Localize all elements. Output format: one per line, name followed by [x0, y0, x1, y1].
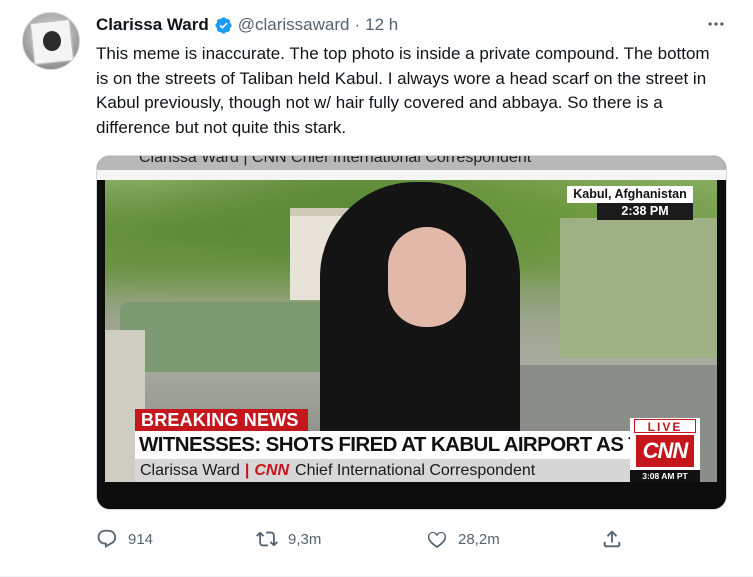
timestamp[interactable]: 12 h — [365, 15, 398, 35]
like-icon — [427, 531, 447, 549]
reply-button[interactable]: 914 — [96, 524, 153, 554]
share-icon — [603, 530, 621, 548]
display-name[interactable]: Clarissa Ward — [96, 15, 209, 35]
chyron-name: Clarissa Ward — [140, 462, 240, 479]
tweet-header: Clarissa Ward @clarissaward · 12 h — [96, 14, 398, 36]
more-dots-graphic — [708, 22, 724, 26]
chyron-separator: | — [244, 462, 250, 479]
previous-frame-text: Clarissa Ward | CNN Chief International … — [139, 156, 532, 166]
location-time: 2:38 PM — [597, 203, 693, 220]
tweet-text: This meme is inaccurate. The top photo i… — [96, 44, 710, 137]
retweet-button[interactable]: 9,3m — [256, 524, 321, 554]
previous-frame-strip: Clarissa Ward | CNN Chief International … — [97, 156, 726, 170]
separator-dot: · — [354, 15, 361, 34]
tweet-actions: 914 9,3m 28,2m — [96, 524, 636, 554]
reporter-face — [388, 227, 466, 327]
share-button[interactable] — [601, 524, 623, 554]
avatar[interactable] — [22, 12, 80, 70]
retweet-count: 9,3m — [288, 530, 322, 548]
retweet-icon — [256, 531, 278, 547]
more-horizontal-icon[interactable] — [704, 14, 728, 36]
frame-bottom-bar — [97, 482, 726, 509]
chyron-network: CNN — [254, 462, 290, 479]
location-label: Kabul, Afghanistan — [567, 186, 693, 203]
tweet: Clarissa Ward @clarissaward · 12 h This … — [0, 0, 753, 577]
chyron-headline: WITNESSES: SHOTS FIRED AT KABUL AIRPORT … — [135, 431, 630, 459]
like-count: 28,2m — [458, 530, 500, 548]
avatar-figure — [43, 31, 61, 51]
handle[interactable]: @clarissaward — [238, 15, 350, 35]
frame-gap — [97, 170, 726, 180]
verified-badge-icon — [215, 16, 232, 34]
location-bug: Kabul, Afghanistan 2:38 PM — [567, 186, 693, 220]
video-still: Kabul, Afghanistan 2:38 PM BREAKING NEWS… — [105, 180, 717, 482]
background-wall — [560, 218, 717, 358]
live-bug: LIVE CNN 3:08 AM PT — [630, 418, 700, 482]
breaking-news-banner: BREAKING NEWS — [135, 409, 308, 431]
chyron-nameline: Clarissa Ward | CNN Chief International Cor… — [135, 459, 630, 482]
live-label: LIVE — [634, 419, 696, 434]
live-time: 3:08 AM PT — [630, 470, 700, 482]
cnn-logo: CNN — [636, 435, 694, 467]
reply-icon — [97, 529, 117, 548]
like-button[interactable]: 28,2m — [426, 524, 500, 554]
reply-count: 914 — [128, 530, 154, 548]
tweet-media[interactable]: Clarissa Ward | CNN Chief International … — [96, 155, 727, 510]
chyron-title: Chief International Correspondent — [295, 462, 536, 479]
